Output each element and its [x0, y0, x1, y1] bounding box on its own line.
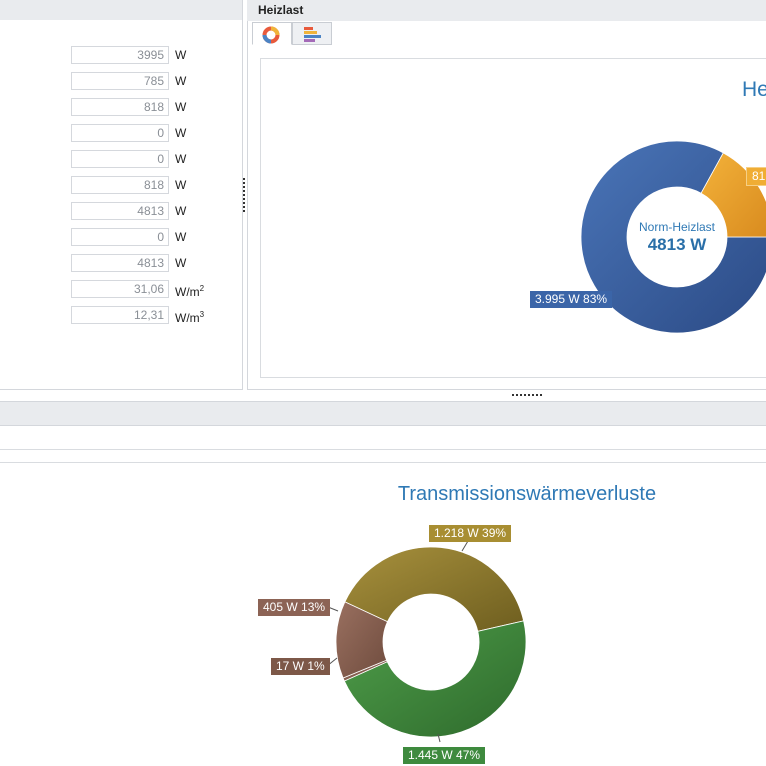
transmission-slice-label-2: 405 W 13%	[258, 599, 331, 616]
transmission-slice-label-1: 1.218 W 39%	[429, 525, 512, 542]
transmission-slice-label-4: 1.445 W 47%	[403, 747, 486, 764]
transmission-donut-chart	[326, 540, 527, 743]
transmission-slice-label-3: 17 W 1%	[271, 658, 330, 675]
